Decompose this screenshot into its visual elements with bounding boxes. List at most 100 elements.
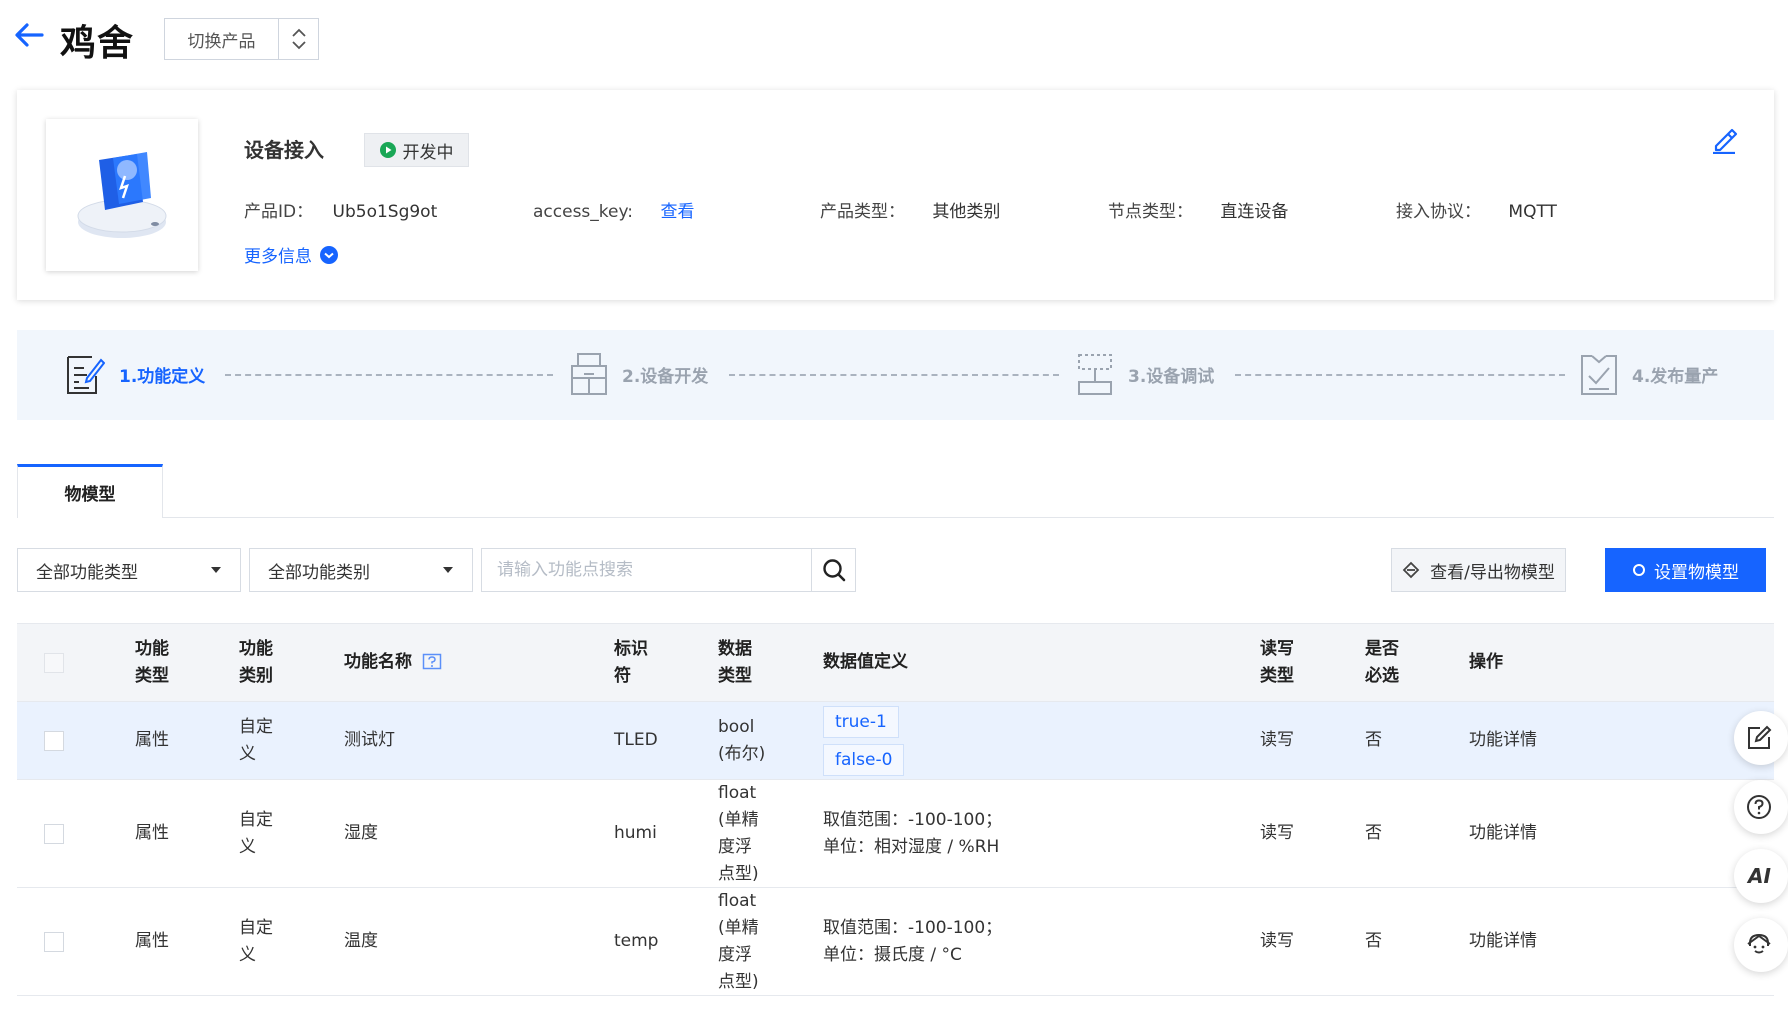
node-type-key: 节点类型： [1108,202,1193,222]
switch-product-label: 切换产品 [187,31,256,52]
product-id-field: 产品ID： Ub5o1Sg9ot [244,197,437,222]
protocol-value: MQTT [1508,202,1557,222]
cell-rw: 读写 [1260,823,1294,843]
page-title: 鸡舍 [60,23,135,64]
select-value: 全部功能类型 [36,562,138,583]
cell-type: 属性 [135,823,169,843]
view-export-model-button[interactable]: 查看/导出物模型 [1391,548,1566,592]
support-agent-icon [1747,933,1771,954]
ai-assistant-button[interactable]: AI [1734,849,1788,903]
function-detail-link[interactable]: 功能详情 [1469,702,1537,779]
select-all-checkbox[interactable] [44,652,64,673]
caret-down-icon [211,567,221,573]
cell-rw: 读写 [1260,730,1294,750]
search-box [481,548,856,592]
back-arrow-icon[interactable] [14,22,44,48]
cell-category: 自定 义 [239,716,273,764]
row-checkbox[interactable] [44,730,64,751]
step-label: 3.设备调试 [1128,366,1215,387]
access-key-view-link[interactable]: 查看 [660,202,694,222]
customer-service-button[interactable] [1734,918,1788,972]
play-status-icon [379,142,396,158]
debug-icon [1078,354,1112,395]
table-header-row: 功能 类型 功能 类别 功能名称 标识 符 数据 类型 数据值定义 读写 类型 … [17,623,1774,702]
header-function-name-label: 功能名称 [344,652,412,672]
header-actions: 操作 [1469,652,1503,672]
question-circle-icon [1747,795,1771,819]
edit-pencil-icon[interactable] [1710,126,1738,154]
cell-data-definition: true-1 false-0 [823,702,905,779]
function-detail-link[interactable]: 功能详情 [1469,888,1537,995]
function-type-select[interactable]: 全部功能类型 [17,548,241,592]
select-value: 全部功能类别 [268,562,370,583]
protocol-key: 接入协议： [1396,202,1481,222]
function-category-select[interactable]: 全部功能类别 [249,548,473,592]
product-image [46,119,198,271]
cell-data-type: float (单精 度浮 点型) [718,782,759,884]
cell-identifier: TLED [614,730,658,750]
view-export-label: 查看/导出物模型 [1430,562,1555,583]
search-button[interactable] [811,549,855,591]
tabs-divider [17,517,1774,518]
switch-product-button[interactable]: 切换产品 [164,18,319,60]
status-badge: 开发中 [364,133,469,167]
header-data-type: 数据 类型 [718,638,752,686]
search-icon [822,559,845,582]
step-function-definition[interactable]: 1.功能定义 [65,352,205,396]
product-id-key: 产品ID： [244,202,314,222]
export-diamond-icon [1402,561,1420,579]
header-required: 是否 必选 [1365,638,1399,686]
node-type-field: 节点类型： 直连设备 [1108,197,1288,222]
more-info-label: 更多信息 [244,247,312,267]
cell-name: 湿度 [344,823,378,843]
node-type-value: 直连设备 [1220,202,1289,222]
device-icon [571,353,607,395]
step-label: 2.设备开发 [622,366,709,387]
header-identifier: 标识 符 [614,638,648,686]
set-model-button[interactable]: 设置物模型 [1605,548,1766,592]
cell-required: 否 [1365,730,1382,750]
cell-data-type: float (单精 度浮 点型) [718,890,759,992]
header-function-category: 功能 类别 [239,638,273,686]
cell-data-definition: 取值范围：-100-100； 单位：相对湿度 / %RH [823,809,1003,857]
header-rw-type: 读写 类型 [1260,638,1294,686]
step-device-debugging[interactable]: 3.设备调试 [1076,352,1214,396]
feedback-button[interactable] [1734,711,1788,765]
tab-thing-model[interactable]: 物模型 [17,464,163,518]
product-info-card [17,90,1774,300]
protocol-field: 接入协议： MQTT [1396,197,1557,222]
cell-rw: 读写 [1260,931,1294,951]
table-row: 属性 自定 义 温度 temp float (单精 度浮 点型) 取值范围：-1… [17,888,1774,996]
enum-tag: false-0 [823,743,905,776]
step-connector [1235,374,1565,376]
document-edit-icon [67,356,105,394]
product-type-value: 其他类别 [932,202,1001,222]
row-checkbox[interactable] [44,931,64,952]
help-icon[interactable] [422,653,442,673]
step-release-production[interactable]: 4.发布量产 [1580,352,1718,396]
table-row: 属性 自定 义 测试灯 TLED bool (布尔) true-1 false-… [17,702,1774,780]
access-key-field: access_key: 查看 [533,197,694,222]
status-label: 开发中 [402,142,454,163]
chevron-down-circle-icon [320,245,338,264]
access-key-key: access_key: [533,202,634,222]
cell-name: 测试灯 [344,730,395,750]
row-checkbox[interactable] [44,823,64,844]
circle-icon [1633,564,1645,576]
edit-note-icon [1748,725,1772,749]
cell-identifier: temp [614,931,659,951]
search-input[interactable] [482,549,811,591]
cell-data-type: bool (布尔) [718,716,766,764]
step-label: 1.功能定义 [119,366,206,387]
help-button[interactable] [1734,780,1788,834]
set-model-label: 设置物模型 [1654,562,1739,583]
cell-type: 属性 [135,931,169,951]
function-detail-link[interactable]: 功能详情 [1469,780,1537,887]
cell-category: 自定 义 [239,917,273,965]
header-function-name: 功能名称 [344,624,442,701]
step-label: 4.发布量产 [1632,366,1719,387]
step-device-development[interactable]: 2.设备开发 [570,352,708,396]
more-info-toggle[interactable]: 更多信息 [244,242,338,267]
product-type-field: 产品类型： 其他类别 [820,197,1000,222]
step-connector [729,374,1059,376]
